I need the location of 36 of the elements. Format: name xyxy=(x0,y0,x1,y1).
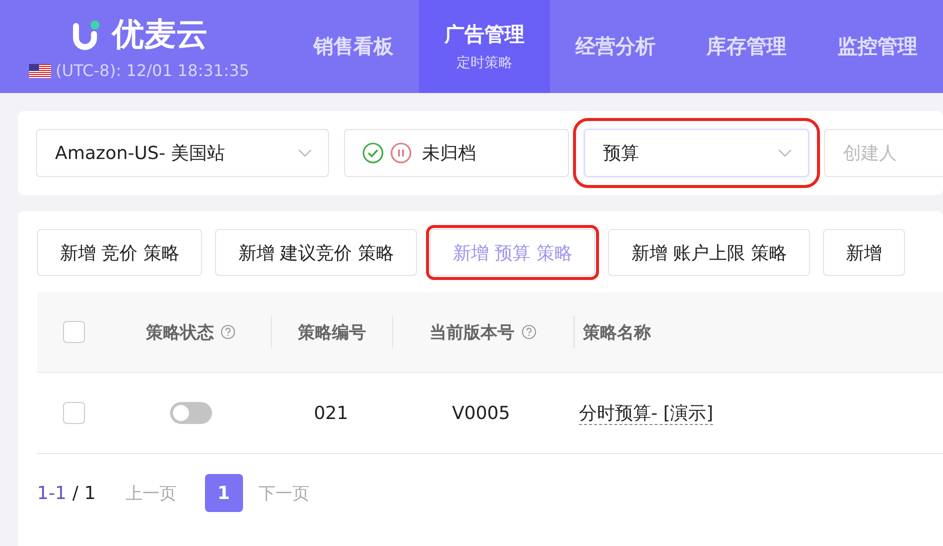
creator-field[interactable]: 创建人 xyxy=(824,129,943,177)
nav-tab[interactable]: 广告管理 定时策略 xyxy=(419,0,550,93)
help-icon xyxy=(520,324,536,340)
table-cell: V0005 xyxy=(452,402,510,424)
page-total: / 1 xyxy=(72,482,96,504)
add-strategy-button[interactable]: 新增 建议竞价 策略 xyxy=(215,229,417,276)
row-checkbox[interactable] xyxy=(63,402,85,424)
clock-text: (UTC-8): 12/01 18:31:35 xyxy=(56,61,250,80)
table-cell: 021 xyxy=(314,402,348,424)
brand-name: 优麦云 xyxy=(112,14,208,55)
column-header: 策略状态 xyxy=(146,322,214,344)
add-strategy-button[interactable]: 新增 xyxy=(822,229,905,276)
column-header: 策略名称 xyxy=(583,322,651,344)
select-all-checkbox[interactable] xyxy=(63,321,85,343)
chevron-down-icon xyxy=(298,149,312,157)
chevron-down-icon xyxy=(778,149,792,157)
strategy-name-link[interactable]: 分时预算- [演示] xyxy=(579,403,714,425)
check-circle-icon xyxy=(362,142,384,164)
page-range: 1-1 xyxy=(37,482,66,504)
status-toggle[interactable] xyxy=(170,402,212,424)
status-filter[interactable]: 未归档 xyxy=(344,129,569,177)
nav-tab[interactable]: 库存管理 xyxy=(681,0,812,93)
dropdown-field[interactable]: Amazon-US- 美国站 xyxy=(36,129,329,177)
nav-tab[interactable]: 经营分析 xyxy=(550,0,681,93)
help-icon xyxy=(220,324,236,340)
column-header: 策略编号 xyxy=(298,322,366,344)
nav-tab[interactable]: 监控管理 xyxy=(812,0,943,93)
page-button[interactable]: 1 xyxy=(204,474,243,512)
add-strategy-button[interactable]: 新增 账户上限 策略 xyxy=(608,229,810,276)
nav-tab[interactable]: 销售看板 xyxy=(288,0,419,93)
pause-circle-icon xyxy=(390,142,412,164)
column-header: 当前版本号 xyxy=(430,322,514,344)
previous-page-link[interactable]: 上一页 xyxy=(126,482,177,504)
add-strategy-button[interactable]: 新增 竞价 策略 xyxy=(37,229,202,276)
flag-icon xyxy=(28,64,51,78)
next-page-link[interactable]: 下一页 xyxy=(258,482,310,504)
